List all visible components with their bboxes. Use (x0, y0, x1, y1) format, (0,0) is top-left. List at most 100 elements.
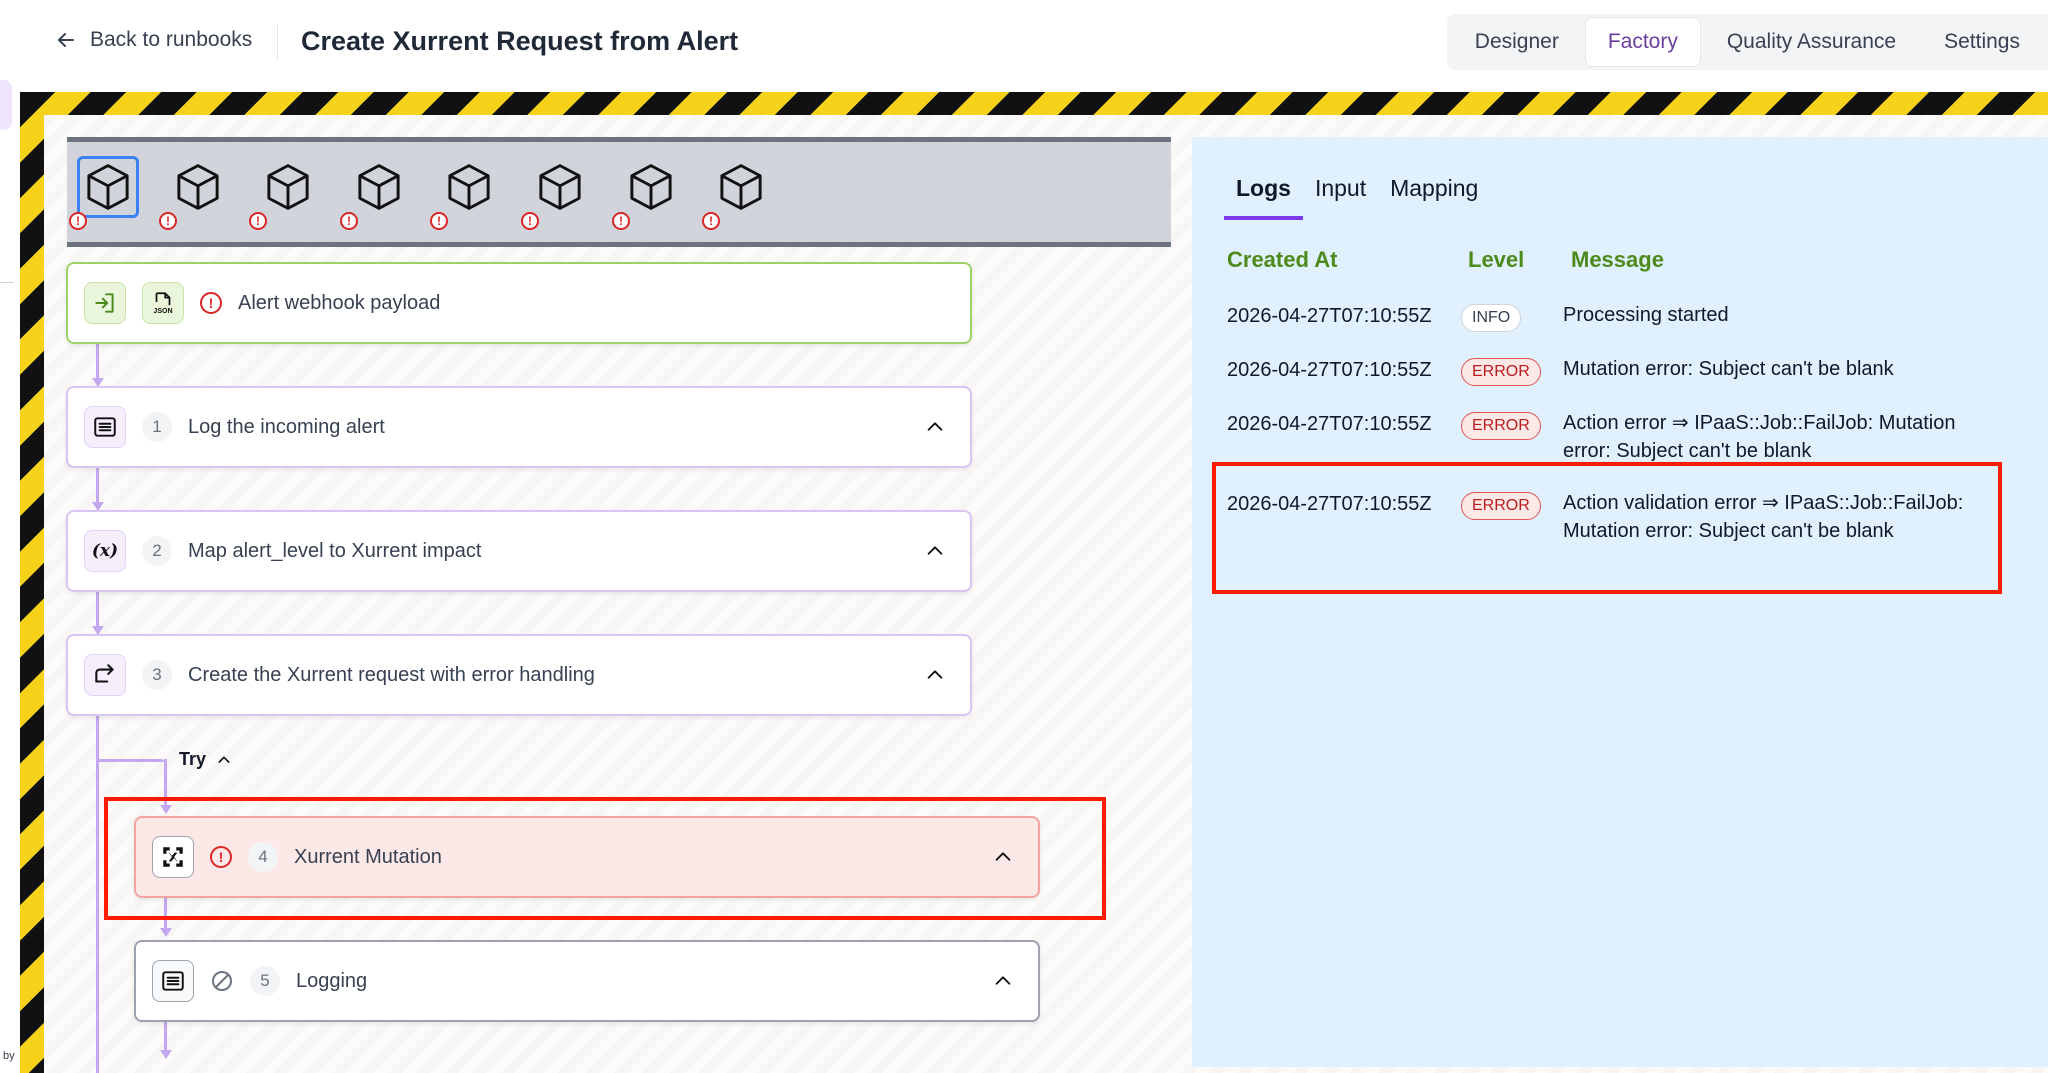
job-item[interactable] (257, 156, 319, 218)
json-file-icon: JSON (142, 282, 184, 324)
log-lines-icon (152, 960, 194, 1002)
edge-divider (0, 282, 14, 283)
tab-input[interactable]: Input (1303, 175, 1378, 220)
flow-connector-main (96, 716, 99, 1073)
edge-nav-indicator[interactable] (0, 80, 12, 130)
input-arrow-icon (84, 282, 126, 324)
step-number-badge: 2 (142, 536, 172, 566)
tab-settings[interactable]: Settings (1922, 18, 2042, 66)
variable-x-icon: (x) (84, 530, 126, 572)
step-label: Logging (296, 969, 368, 992)
log-level-badge: ERROR (1461, 358, 1541, 386)
chevron-up-icon[interactable] (992, 846, 1014, 868)
step-card-5[interactable]: 5 Logging (134, 940, 1040, 1022)
step-card-1[interactable]: 1 Log the incoming alert (66, 386, 972, 468)
step-label: Log the incoming alert (188, 415, 385, 438)
package-box-icon (267, 164, 309, 210)
log-level-badge: ERROR (1461, 492, 1541, 520)
header-divider (277, 24, 278, 60)
error-exclamation-icon: ! (249, 212, 267, 230)
step-card-2[interactable]: (x) 2 Map alert_level to Xurrent impact (66, 510, 972, 592)
error-exclamation-icon: ! (69, 212, 87, 230)
trigger-card[interactable]: JSON ! Alert webhook payload (66, 262, 972, 344)
trigger-label: Alert webhook payload (238, 291, 441, 314)
step-label: Create the Xurrent request with error ha… (188, 663, 595, 686)
flow-connector (164, 898, 167, 930)
chevron-up-icon[interactable] (924, 664, 946, 686)
step-label: Map alert_level to Xurrent impact (188, 539, 482, 562)
back-link-label: Back to runbooks (90, 28, 253, 51)
job-item-selected[interactable] (77, 156, 139, 218)
flow-connector (164, 1022, 167, 1052)
log-message: Action validation error ⇒ IPaaS::Job::Fa… (1563, 492, 1964, 542)
chevron-up-icon[interactable] (992, 970, 1014, 992)
column-header-message[interactable]: Message (1571, 247, 1664, 273)
error-exclamation-icon: ! (210, 846, 232, 868)
page-header: Back to runbooks Create Xurrent Request … (20, 0, 2048, 92)
disabled-ban-icon (212, 971, 232, 991)
chevron-up-icon (218, 756, 230, 763)
job-item[interactable] (620, 156, 682, 218)
flow-connector (96, 592, 99, 628)
error-exclamation-icon: ! (159, 212, 177, 230)
log-created-at: 2026-04-27T07:10:55Z (1227, 359, 1432, 381)
log-level-badge: ERROR (1461, 412, 1541, 440)
tab-mapping[interactable]: Mapping (1378, 175, 1490, 220)
view-tabs: Designer Factory Quality Assurance Setti… (1446, 14, 2048, 70)
flow-connector (164, 759, 167, 807)
edge-by-text: by (3, 1050, 15, 1062)
arrow-left-icon (58, 33, 74, 47)
page-title: Create Xurrent Request from Alert (301, 26, 739, 56)
chevron-up-icon[interactable] (924, 540, 946, 562)
package-box-icon (358, 164, 400, 210)
try-branch-connector (96, 759, 164, 762)
log-created-at: 2026-04-27T07:10:55Z (1227, 305, 1432, 327)
try-block-toggle[interactable]: Try (179, 749, 232, 770)
error-exclamation-icon: ! (612, 212, 630, 230)
step-card-4[interactable]: ! 4 Xurrent Mutation (134, 816, 1040, 898)
try-label: Try (179, 749, 207, 769)
error-exclamation-icon: ! (430, 212, 448, 230)
package-box-icon (630, 164, 672, 210)
step-label: Xurrent Mutation (294, 845, 442, 868)
tab-factory[interactable]: Factory (1584, 17, 1701, 67)
step-number-badge: 1 (142, 412, 172, 442)
job-item[interactable] (167, 156, 229, 218)
tab-logs[interactable]: Logs (1224, 175, 1303, 220)
step-card-3[interactable]: 3 Create the Xurrent request with error … (66, 634, 972, 716)
step-number-badge: 4 (248, 842, 278, 872)
package-box-icon (539, 164, 581, 210)
error-exclamation-icon: ! (340, 212, 358, 230)
job-item[interactable] (710, 156, 772, 218)
log-created-at: 2026-04-27T07:10:55Z (1227, 493, 1432, 515)
package-box-icon (177, 164, 219, 210)
svg-text:JSON: JSON (153, 308, 172, 315)
job-item[interactable] (438, 156, 500, 218)
logs-panel-tabs: Logs Input Mapping (1224, 175, 1490, 220)
tab-designer[interactable]: Designer (1453, 18, 1581, 66)
flow-arrow (160, 805, 172, 814)
log-created-at: 2026-04-27T07:10:55Z (1227, 413, 1432, 435)
flow-arrow (160, 1050, 172, 1059)
package-box-icon (448, 164, 490, 210)
log-message: Mutation error: Subject can't be blank (1563, 358, 1894, 380)
column-header-created-at[interactable]: Created At (1227, 247, 1337, 273)
chevron-up-icon[interactable] (924, 416, 946, 438)
error-exclamation-icon: ! (702, 212, 720, 230)
xurrent-logo-icon (152, 836, 194, 878)
redirect-arrow-icon (84, 654, 126, 696)
back-to-runbooks-link[interactable]: Back to runbooks (54, 28, 252, 52)
package-box-icon (720, 164, 762, 210)
package-box-icon (87, 164, 129, 210)
logs-panel: Logs Input Mapping Created At Level Mess… (1192, 137, 2048, 1067)
log-message: Action error ⇒ IPaaS::Job::FailJob: Muta… (1563, 412, 1956, 462)
step-number-badge: 3 (142, 660, 172, 690)
tab-quality-assurance[interactable]: Quality Assurance (1705, 18, 1918, 66)
step-number-badge: 5 (250, 966, 280, 996)
log-message: Processing started (1563, 304, 1729, 326)
error-exclamation-icon: ! (200, 292, 222, 314)
column-header-level[interactable]: Level (1468, 247, 1524, 273)
job-item[interactable] (348, 156, 410, 218)
flow-connector (96, 468, 99, 504)
job-item[interactable] (529, 156, 591, 218)
